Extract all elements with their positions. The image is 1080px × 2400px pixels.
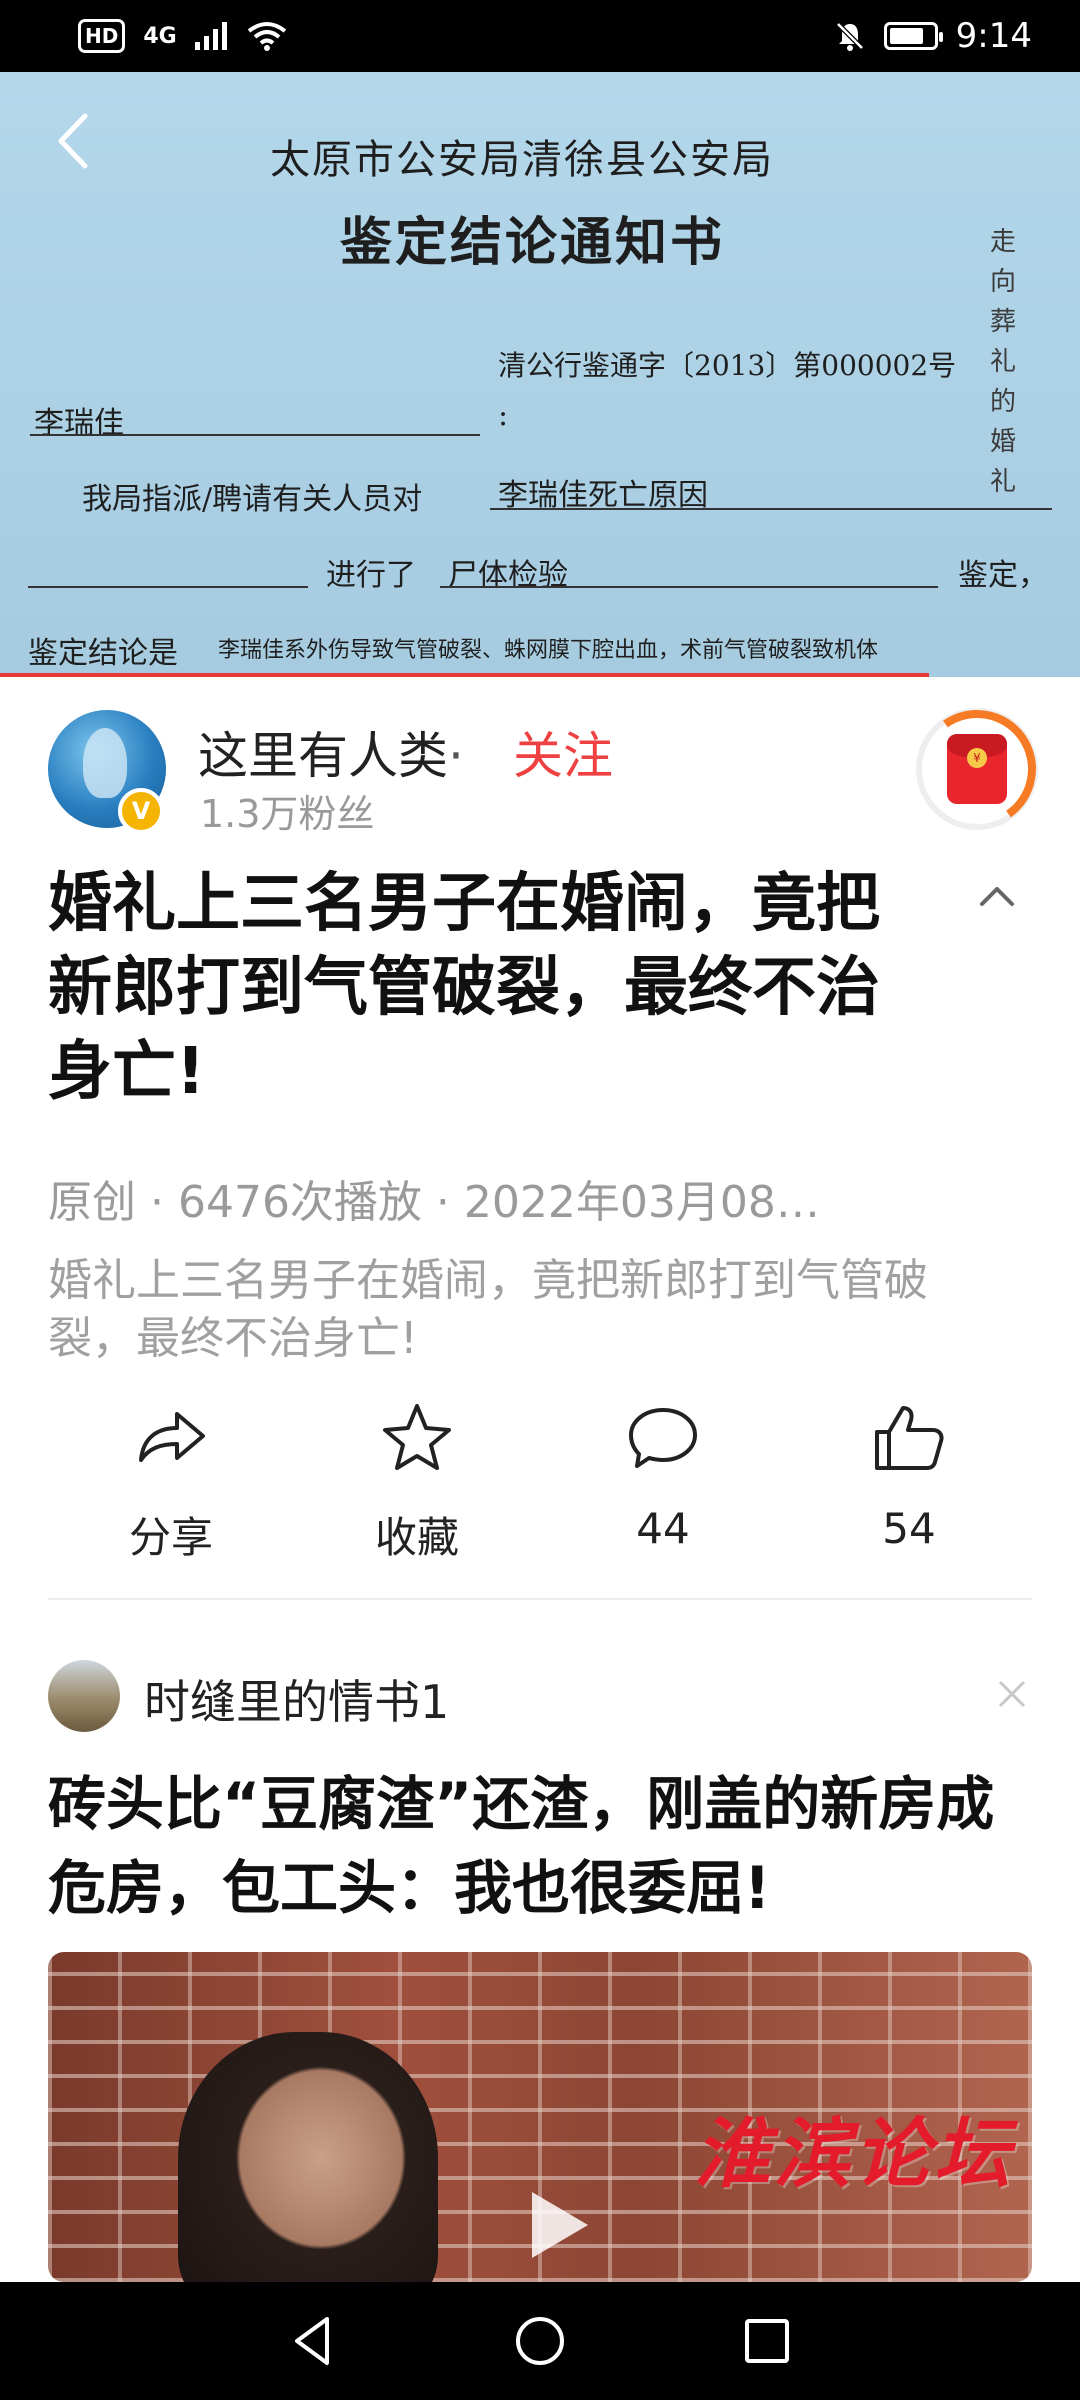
feed-author-name[interactable]: 时缝里的情书1	[144, 1666, 449, 1732]
mute-bell-icon	[835, 22, 864, 51]
like-count: 54	[882, 1504, 936, 1553]
underline	[30, 434, 480, 436]
doc-colon: :	[498, 398, 509, 433]
author-name[interactable]: 这里有人类·	[198, 716, 464, 788]
doc-line-1-prefix: 我局指派/聘请有关人员对	[82, 482, 423, 517]
thumbnail-person	[178, 2032, 438, 2282]
feed-item-thumbnail[interactable]: 淮滨论坛	[48, 1952, 1032, 2282]
doc-line-3-prefix: 鉴定结论是	[28, 636, 178, 671]
author-separator: ·	[448, 727, 464, 785]
nav-back-icon[interactable]	[283, 2311, 343, 2371]
author-row: V 这里有人类· 关注 1.3万粉丝 ¥	[48, 700, 1046, 838]
signal-icon	[194, 22, 227, 50]
back-button[interactable]	[44, 106, 100, 176]
author-name-text: 这里有人类	[198, 727, 448, 785]
status-left: HD 4G	[78, 19, 287, 53]
share-label: 分享	[128, 1513, 213, 1562]
underline	[28, 586, 308, 588]
navigation-bar	[0, 2282, 1080, 2400]
comment-icon	[629, 1408, 697, 1468]
status-bar: HD 4G 9:14	[0, 0, 1080, 72]
hd-badge: HD	[78, 19, 126, 53]
underline	[440, 586, 938, 588]
doc-title-2: 鉴定结论通知书	[340, 212, 726, 273]
nav-recents-icon[interactable]	[737, 2311, 797, 2371]
thumbnail-watermark: 淮滨论坛	[694, 2109, 1014, 2198]
divider	[48, 1598, 1032, 1600]
follow-button[interactable]: 关注	[513, 716, 613, 788]
doc-line-2-prefix: 进行了	[326, 558, 416, 593]
close-icon[interactable]	[992, 1674, 1032, 1714]
comment-count: 44	[636, 1504, 690, 1553]
article-title: 婚礼上三名男子在婚闹，竟把新郎打到气管破裂，最终不治身亡!	[48, 867, 880, 1109]
like-button[interactable]: 54	[786, 1400, 1032, 1570]
clock: 9:14	[955, 16, 1032, 56]
feed-item-author-row: 时缝里的情书1	[48, 1660, 1032, 1734]
star-icon	[383, 1404, 451, 1470]
network-label: 4G	[143, 23, 177, 49]
feed-author-avatar[interactable]	[48, 1660, 120, 1732]
feed-item-title[interactable]: 砖头比“豆腐渣”还渣，刚盖的新房成危房，包工头：我也很委屈!	[48, 1762, 1038, 1930]
collapse-icon[interactable]	[972, 872, 1022, 922]
status-right: 9:14	[834, 16, 1032, 56]
doc-number: 清公行鉴通字〔2013〕第000002号	[498, 349, 957, 382]
doc-line-2-suffix: 鉴定，	[958, 558, 1048, 593]
share-icon	[139, 1412, 205, 1462]
article-description: 婚礼上三名男子在婚闹，竟把新郎打到气管破裂，最终不治身亡!	[48, 1255, 928, 1364]
article-meta: 原创 · 6476次播放 · 2022年03月08…	[48, 1177, 820, 1228]
wifi-icon	[247, 22, 286, 51]
favorite-label: 收藏	[374, 1513, 459, 1562]
underline	[490, 508, 1052, 510]
nav-home-icon[interactable]	[510, 2311, 570, 2371]
fans-count: 1.3万粉丝	[200, 792, 375, 836]
video-player[interactable]: 太原市公安局清徐县公安局 鉴定结论通知书 走向葬礼的婚礼 清公行鉴通字〔2013…	[0, 72, 1080, 677]
red-packet-button[interactable]: ¥	[908, 700, 1046, 838]
play-icon[interactable]	[510, 2180, 600, 2270]
action-bar: 分享 收藏 44 54	[48, 1400, 1032, 1570]
verified-badge-icon: V	[118, 788, 164, 834]
video-side-caption: 走向葬礼的婚礼	[989, 227, 1016, 497]
red-envelope-icon: ¥	[947, 734, 1007, 804]
yuan-coin-icon: ¥	[967, 748, 987, 768]
doc-line-3-value: 李瑞佳系外伤导致气管破裂、蛛网膜下腔出血，术前气管破裂致机体	[218, 638, 879, 663]
favorite-button[interactable]: 收藏	[294, 1400, 540, 1570]
comment-button[interactable]: 44	[540, 1400, 786, 1570]
like-icon	[875, 1406, 944, 1470]
back-icon	[58, 113, 88, 169]
share-button[interactable]: 分享	[48, 1400, 294, 1570]
battery-fill	[889, 28, 924, 44]
doc-title-1: 太原市公安局清徐县公安局	[270, 137, 774, 183]
video-progress-bar[interactable]	[0, 673, 929, 677]
battery-icon	[883, 22, 943, 50]
